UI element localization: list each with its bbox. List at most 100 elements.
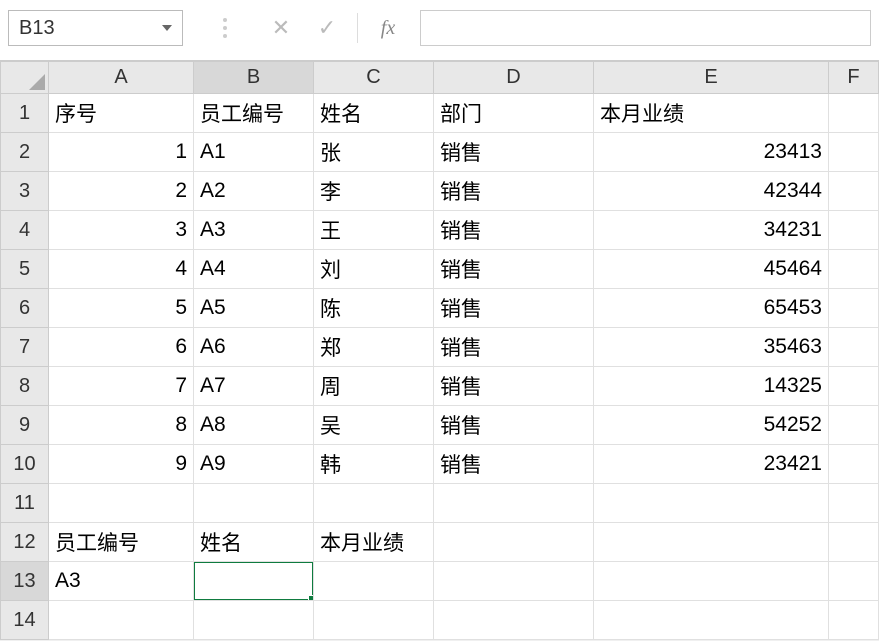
cell-D14[interactable]: [434, 601, 594, 640]
cell-A13[interactable]: A3: [49, 562, 194, 601]
cell-E3[interactable]: 42344: [594, 172, 829, 211]
cell-D8[interactable]: 销售: [434, 367, 594, 406]
row-header-14[interactable]: 14: [1, 601, 49, 640]
cell-C5[interactable]: 刘: [314, 250, 434, 289]
cell-E9[interactable]: 54252: [594, 406, 829, 445]
cell-F3[interactable]: [829, 172, 879, 211]
cell-A4[interactable]: 3: [49, 211, 194, 250]
name-box[interactable]: B13: [8, 10, 183, 46]
cell-C9[interactable]: 吴: [314, 406, 434, 445]
cell-E11[interactable]: [594, 484, 829, 523]
cell-E10[interactable]: 23421: [594, 445, 829, 484]
cell-C14[interactable]: [314, 601, 434, 640]
row-header-13[interactable]: 13: [1, 562, 49, 601]
column-header-F[interactable]: F: [829, 62, 879, 94]
cell-F9[interactable]: [829, 406, 879, 445]
row-header-10[interactable]: 10: [1, 445, 49, 484]
cell-E13[interactable]: [594, 562, 829, 601]
cell-C13[interactable]: [314, 562, 434, 601]
cell-E1[interactable]: 本月业绩: [594, 94, 829, 133]
cell-C8[interactable]: 周: [314, 367, 434, 406]
cell-F1[interactable]: [829, 94, 879, 133]
cell-B7[interactable]: A6: [194, 328, 314, 367]
cell-F2[interactable]: [829, 133, 879, 172]
spreadsheet-grid[interactable]: ABCDEF1序号员工编号姓名部门本月业绩21A1张销售2341332A2李销售…: [0, 61, 879, 640]
fx-icon[interactable]: fx: [366, 10, 410, 46]
row-header-2[interactable]: 2: [1, 133, 49, 172]
column-header-B[interactable]: B: [194, 62, 314, 94]
cell-F13[interactable]: [829, 562, 879, 601]
cell-E8[interactable]: 14325: [594, 367, 829, 406]
row-header-12[interactable]: 12: [1, 523, 49, 562]
cell-F6[interactable]: [829, 289, 879, 328]
row-header-11[interactable]: 11: [1, 484, 49, 523]
cell-C1[interactable]: 姓名: [314, 94, 434, 133]
cell-C3[interactable]: 李: [314, 172, 434, 211]
column-header-A[interactable]: A: [49, 62, 194, 94]
cell-D3[interactable]: 销售: [434, 172, 594, 211]
cell-F11[interactable]: [829, 484, 879, 523]
cell-A2[interactable]: 1: [49, 133, 194, 172]
cell-F4[interactable]: [829, 211, 879, 250]
formula-input[interactable]: [420, 10, 871, 46]
cell-C10[interactable]: 韩: [314, 445, 434, 484]
cell-B10[interactable]: A9: [194, 445, 314, 484]
cell-F5[interactable]: [829, 250, 879, 289]
cell-C4[interactable]: 王: [314, 211, 434, 250]
cell-D13[interactable]: [434, 562, 594, 601]
cell-C7[interactable]: 郑: [314, 328, 434, 367]
cell-B5[interactable]: A4: [194, 250, 314, 289]
column-header-D[interactable]: D: [434, 62, 594, 94]
cell-F12[interactable]: [829, 523, 879, 562]
cell-D12[interactable]: [434, 523, 594, 562]
cell-D11[interactable]: [434, 484, 594, 523]
cell-E2[interactable]: 23413: [594, 133, 829, 172]
cell-C6[interactable]: 陈: [314, 289, 434, 328]
cell-A11[interactable]: [49, 484, 194, 523]
cell-F10[interactable]: [829, 445, 879, 484]
cell-C12[interactable]: 本月业绩: [314, 523, 434, 562]
cell-B13[interactable]: [194, 562, 314, 601]
cell-B4[interactable]: A3: [194, 211, 314, 250]
cell-D1[interactable]: 部门: [434, 94, 594, 133]
cell-B2[interactable]: A1: [194, 133, 314, 172]
cell-F14[interactable]: [829, 601, 879, 640]
dropdown-icon[interactable]: [162, 25, 172, 31]
cell-B11[interactable]: [194, 484, 314, 523]
row-header-7[interactable]: 7: [1, 328, 49, 367]
cell-D9[interactable]: 销售: [434, 406, 594, 445]
cell-A7[interactable]: 6: [49, 328, 194, 367]
cell-E5[interactable]: 45464: [594, 250, 829, 289]
enter-icon[interactable]: ✓: [305, 10, 349, 46]
column-header-E[interactable]: E: [594, 62, 829, 94]
row-header-9[interactable]: 9: [1, 406, 49, 445]
cell-D7[interactable]: 销售: [434, 328, 594, 367]
row-header-6[interactable]: 6: [1, 289, 49, 328]
cell-A12[interactable]: 员工编号: [49, 523, 194, 562]
cell-F7[interactable]: [829, 328, 879, 367]
cell-D6[interactable]: 销售: [434, 289, 594, 328]
cell-B3[interactable]: A2: [194, 172, 314, 211]
cell-A8[interactable]: 7: [49, 367, 194, 406]
cell-E6[interactable]: 65453: [594, 289, 829, 328]
cell-A6[interactable]: 5: [49, 289, 194, 328]
cell-B6[interactable]: A5: [194, 289, 314, 328]
cancel-icon[interactable]: ✕: [259, 10, 303, 46]
cell-D2[interactable]: 销售: [434, 133, 594, 172]
cell-A3[interactable]: 2: [49, 172, 194, 211]
cell-B1[interactable]: 员工编号: [194, 94, 314, 133]
cell-E4[interactable]: 34231: [594, 211, 829, 250]
row-header-1[interactable]: 1: [1, 94, 49, 133]
cell-B9[interactable]: A8: [194, 406, 314, 445]
row-header-4[interactable]: 4: [1, 211, 49, 250]
cell-A10[interactable]: 9: [49, 445, 194, 484]
cell-F8[interactable]: [829, 367, 879, 406]
cell-D5[interactable]: 销售: [434, 250, 594, 289]
cell-C2[interactable]: 张: [314, 133, 434, 172]
select-all-corner[interactable]: [1, 62, 49, 94]
cell-B8[interactable]: A7: [194, 367, 314, 406]
cell-E12[interactable]: [594, 523, 829, 562]
cell-B12[interactable]: 姓名: [194, 523, 314, 562]
cell-B14[interactable]: [194, 601, 314, 640]
cell-E7[interactable]: 35463: [594, 328, 829, 367]
